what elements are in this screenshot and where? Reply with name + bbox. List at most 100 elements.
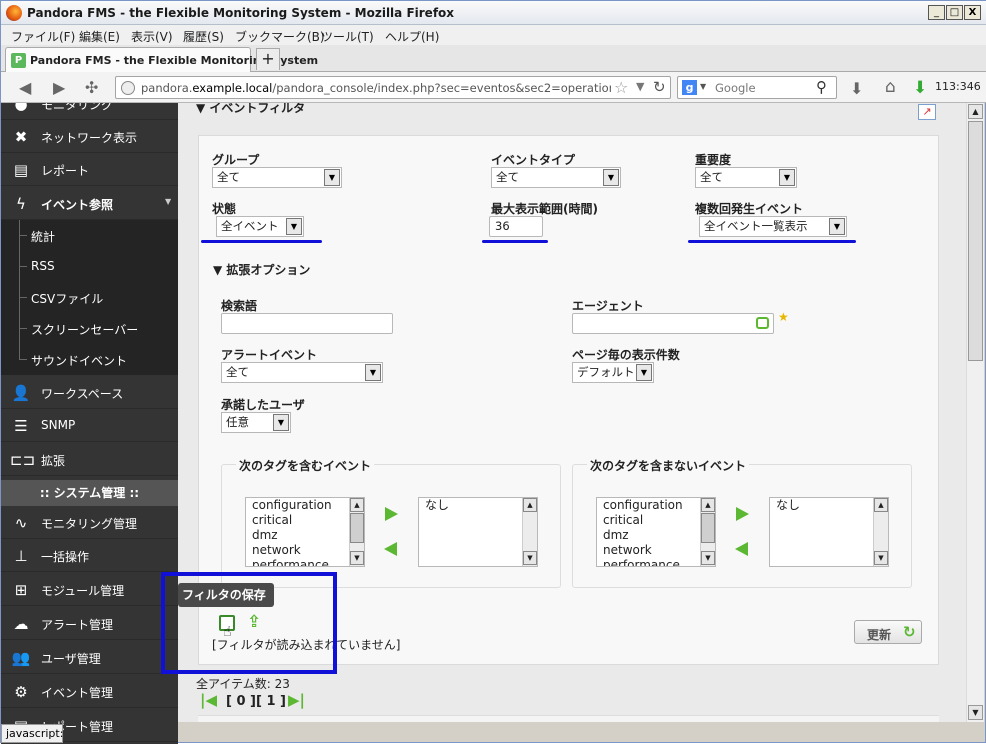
list-item[interactable]: dmz xyxy=(597,528,715,543)
home-icon[interactable]: ⌂ xyxy=(885,77,896,97)
add-tag-arrow-icon[interactable] xyxy=(736,507,749,521)
sidebar-item-events[interactable]: ϟ イベント参照 ▼ xyxy=(1,187,178,220)
sidebar-item-bulk[interactable]: ⊥ 一括操作 xyxy=(1,539,178,572)
maximize-button[interactable]: □ xyxy=(946,5,963,20)
page-scrollbar[interactable]: ▲ ▼ xyxy=(966,103,984,722)
tags-without-selected-list[interactable]: なし ▲ ▼ xyxy=(769,497,889,567)
ack-user-label: 承諾したユーザ xyxy=(221,398,305,412)
identity-icon[interactable]: ✣ xyxy=(85,78,98,97)
list-item[interactable]: dmz xyxy=(246,528,364,543)
state-select[interactable]: 全イベント ▼ xyxy=(216,216,304,237)
sidebar-item-workspace[interactable]: 👤 ワークスペース xyxy=(1,376,178,409)
menu-help[interactable]: ヘルプ(H) xyxy=(385,28,439,45)
sidebar-item-module-admin[interactable]: ⊞ モジュール管理 xyxy=(1,573,178,606)
menu-file[interactable]: ファイル(F) xyxy=(11,28,75,45)
list-scrollbar[interactable]: ▲ ▼ xyxy=(700,498,715,566)
per-page-label: ページ毎の表示件数 xyxy=(572,348,680,362)
sidebar-item-alert-admin[interactable]: ☁ アラート管理 xyxy=(1,607,178,640)
menu-history[interactable]: 履歴(S) xyxy=(183,28,224,45)
event-type-select[interactable]: 全て ▼ xyxy=(491,167,621,188)
sidebar-subitem-screensaver[interactable]: スクリーンセーバー xyxy=(1,313,178,344)
repeated-select[interactable]: 全イベント一覧表示 ▼ xyxy=(699,216,847,237)
search-engine-dropdown-icon[interactable]: ▼ xyxy=(700,82,706,91)
tags-with-available-list[interactable]: configuration critical dmz network perfo… xyxy=(245,497,365,567)
menu-tools[interactable]: ツール(T) xyxy=(321,28,374,45)
list-item[interactable]: configuration xyxy=(597,498,715,513)
menu-bar: ファイル(F) 編集(E) 表示(V) 履歴(S) ブックマーク(B) ツール(… xyxy=(1,25,986,45)
menu-view[interactable]: 表示(V) xyxy=(131,28,173,45)
bookmark-star-icon[interactable]: ☆ xyxy=(614,78,628,97)
tags-with-selected-list[interactable]: なし ▲ ▼ xyxy=(418,497,538,567)
sidebar-item-user-admin[interactable]: 👥 ユーザ管理 xyxy=(1,641,178,674)
add-tag-arrow-icon[interactable] xyxy=(385,507,398,521)
sidebar-item-event-admin[interactable]: ⚙ イベント管理 xyxy=(1,675,178,708)
new-tab-button[interactable]: + xyxy=(256,48,280,70)
list-item[interactable]: network xyxy=(246,543,364,558)
max-hours-input[interactable]: 36 xyxy=(489,216,543,237)
scroll-up-icon[interactable]: ▲ xyxy=(968,104,983,119)
list-item[interactable]: performance xyxy=(597,558,715,566)
search-term-input[interactable] xyxy=(221,313,393,334)
sidebar-item-extensions[interactable]: ⊏⊐ 拡張 xyxy=(1,443,178,476)
scroll-thumb[interactable] xyxy=(968,121,983,361)
state-highlight-underline xyxy=(201,240,322,243)
system-admin-header: :: システム管理 :: xyxy=(1,480,178,506)
first-page-icon[interactable]: |◀ xyxy=(200,691,217,709)
minimize-button[interactable]: _ xyxy=(928,5,945,20)
url-bar[interactable]: pandora.example.local/pandora_console/in… xyxy=(115,76,671,99)
reload-icon[interactable]: ↻ xyxy=(653,78,666,96)
list-item[interactable]: なし xyxy=(419,498,537,513)
url-dropdown-icon[interactable]: ▼ xyxy=(636,80,644,93)
downloads-icon[interactable]: ⬇ xyxy=(850,79,863,98)
tags-without-available-list[interactable]: configuration critical dmz network perfo… xyxy=(596,497,716,567)
back-icon[interactable]: ◀ xyxy=(19,78,31,97)
agent-input[interactable] xyxy=(572,313,774,334)
filter-section-title[interactable]: ▼ イベントフィルタ xyxy=(196,103,305,116)
remove-tag-arrow-icon[interactable] xyxy=(735,542,748,556)
per-page-select[interactable]: デフォルト ▼ xyxy=(572,362,654,383)
sidebar-subitem-stats[interactable]: 統計 xyxy=(1,220,178,251)
list-item[interactable]: network xyxy=(597,543,715,558)
group-select[interactable]: 全て ▼ xyxy=(212,167,342,188)
list-item[interactable]: critical xyxy=(597,513,715,528)
pager-text[interactable]: [ 0 ][ 1 ] xyxy=(226,694,286,709)
sidebar-subitem-sound[interactable]: サウンドイベント xyxy=(1,344,178,375)
update-button[interactable]: 更新 ↻ xyxy=(854,620,922,644)
ack-user-select[interactable]: 任意 ▼ xyxy=(221,412,291,433)
agent-search-icon[interactable] xyxy=(756,317,769,329)
sidebar-item-report[interactable]: ▤ レポート xyxy=(1,153,178,186)
list-item[interactable]: なし xyxy=(770,498,888,513)
sidebar-item-network[interactable]: ✖ ネットワーク表示 xyxy=(1,120,178,153)
sidebar-item-monitoring-admin[interactable]: ∿ モニタリング管理 xyxy=(1,506,178,539)
chart-icon[interactable]: ↗ xyxy=(918,104,936,120)
event-type-label: イベントタイプ xyxy=(491,153,576,167)
menu-bookmarks[interactable]: ブックマーク(B) xyxy=(235,28,325,45)
state-label: 状態 xyxy=(212,202,237,216)
events-table-header xyxy=(198,715,939,722)
list-item[interactable]: critical xyxy=(246,513,364,528)
list-item[interactable]: configuration xyxy=(246,498,364,513)
sidebar-item-snmp[interactable]: ☰ SNMP xyxy=(1,409,178,442)
severity-select[interactable]: 全て ▼ xyxy=(695,167,797,188)
remove-tag-arrow-icon[interactable] xyxy=(384,542,397,556)
close-button[interactable]: X xyxy=(964,5,981,20)
sidebar-subitem-csv[interactable]: CSVファイル xyxy=(1,282,178,313)
list-scrollbar[interactable]: ▲ ▼ xyxy=(349,498,364,566)
sidebar-subitem-rss[interactable]: RSS xyxy=(1,251,178,282)
update-arrow-icon[interactable]: ⬇ xyxy=(913,78,927,98)
forward-icon[interactable]: ▶ xyxy=(53,78,65,97)
browser-tab[interactable]: P Pandora FMS - the Flexible Monitoring … xyxy=(5,47,318,72)
menu-edit[interactable]: 編集(E) xyxy=(79,28,120,45)
highlight-box xyxy=(161,572,337,674)
search-bar[interactable]: g ▼ Google ⚲ xyxy=(677,76,837,99)
alert-events-select[interactable]: 全て ▼ xyxy=(221,362,383,383)
list-scrollbar[interactable]: ▲ ▼ xyxy=(522,498,537,566)
url-text: pandora.example.local/pandora_console/in… xyxy=(141,81,611,95)
search-icon[interactable]: ⚲ xyxy=(816,78,827,96)
list-scrollbar[interactable]: ▲ ▼ xyxy=(873,498,888,566)
last-page-icon[interactable]: ▶| xyxy=(288,691,305,709)
sidebar-item-monitoring[interactable]: ● モニタリング xyxy=(1,103,178,120)
list-item[interactable]: performance xyxy=(246,558,364,566)
scroll-down-icon[interactable]: ▼ xyxy=(968,705,983,720)
ext-options-title[interactable]: ▼ 拡張オプション xyxy=(213,261,310,278)
